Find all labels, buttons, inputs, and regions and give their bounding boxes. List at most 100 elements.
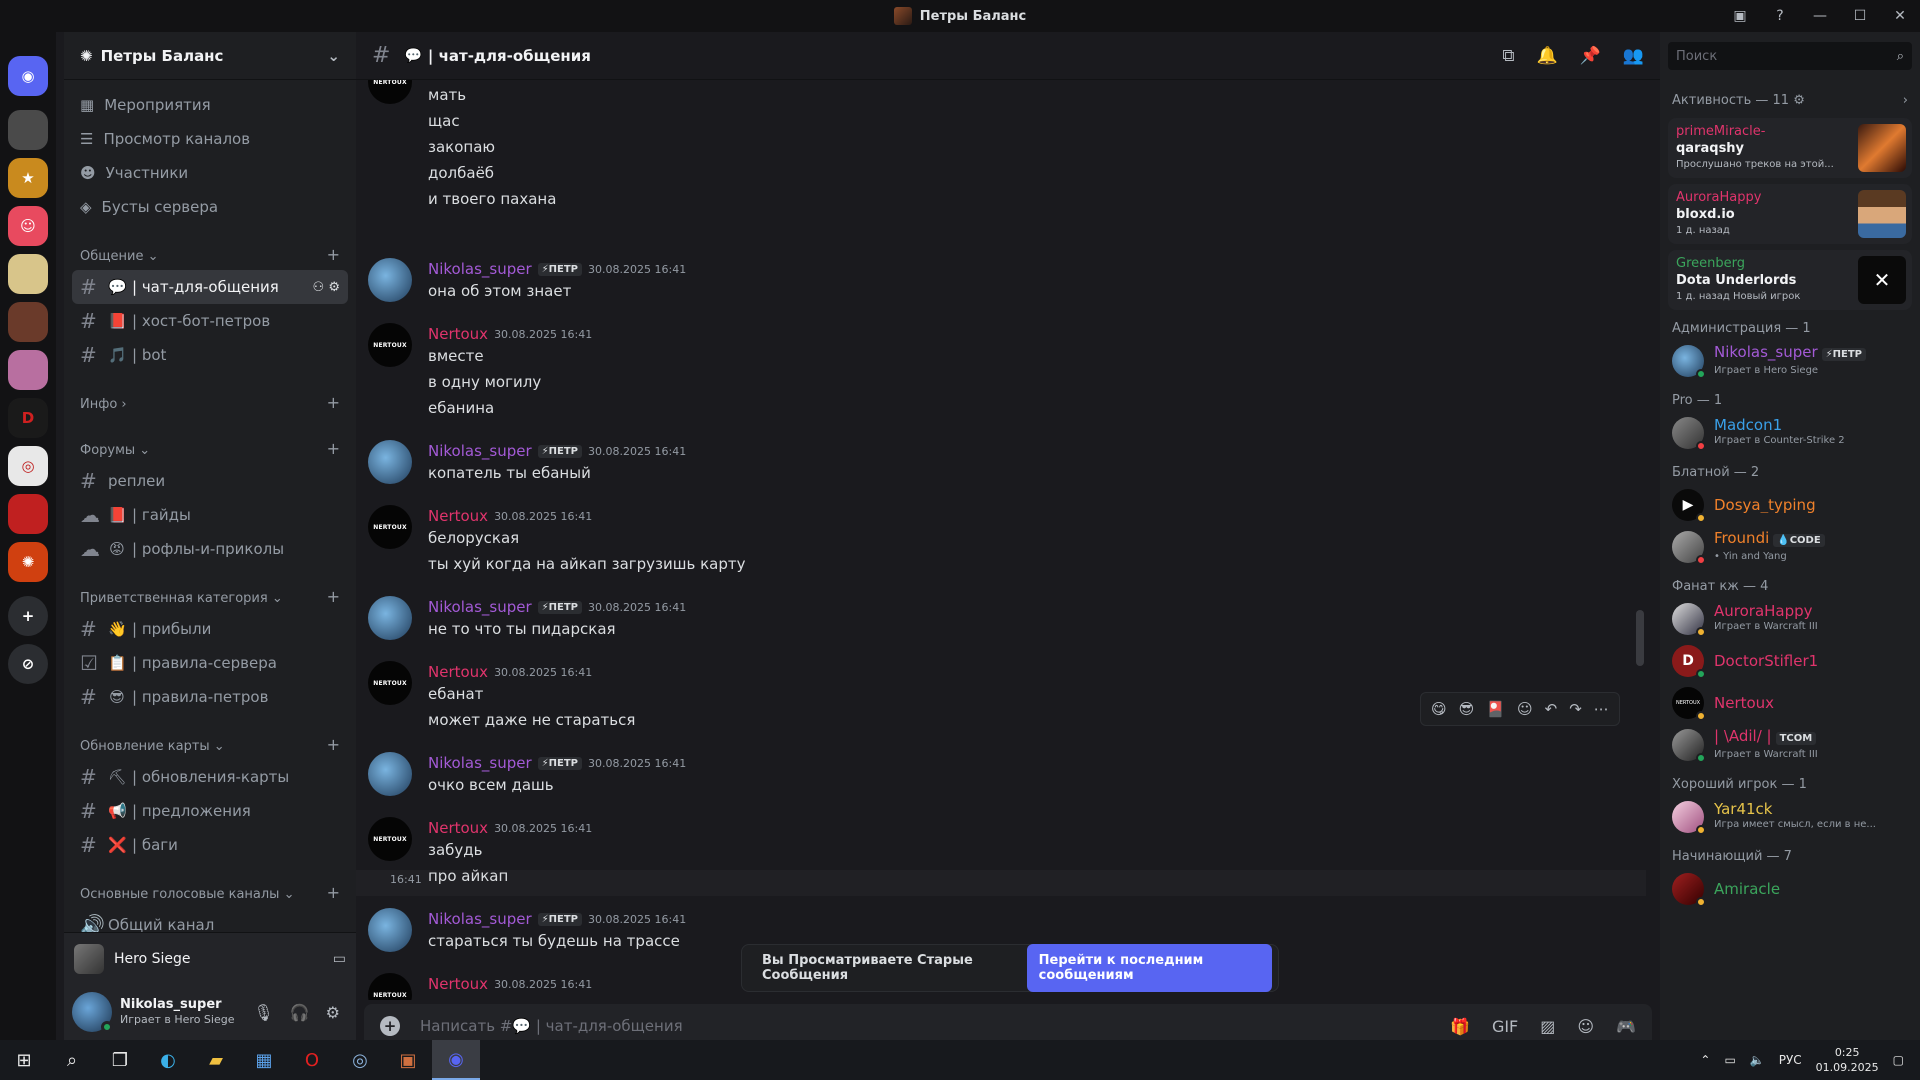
add-channel-icon[interactable]: +: [327, 245, 340, 264]
message-author[interactable]: Nikolas_super: [428, 598, 532, 616]
channel-guides[interactable]: ☁ 📕 | гайды: [72, 498, 348, 532]
server-icon[interactable]: D: [8, 398, 48, 438]
maximize-icon[interactable]: ☐: [1840, 0, 1880, 32]
settings-gear-icon[interactable]: ⚙: [326, 1003, 340, 1022]
channel-map-updates[interactable]: # ⛏ | обновления-карты: [72, 760, 348, 794]
avatar[interactable]: [72, 992, 113, 1033]
nav-members[interactable]: ☻ Участники: [72, 156, 348, 190]
channel-rules[interactable]: ☑ 📋 | правила-сервера: [72, 646, 348, 680]
activity-card[interactable]: primeMiracle- qaraqshy Прослушано треков…: [1668, 118, 1912, 178]
channel-replays[interactable]: # реплеи: [72, 464, 348, 498]
channel-host-bot[interactable]: # 📕 | хост-бот-петров: [72, 304, 348, 338]
close-icon[interactable]: ✕: [1880, 0, 1920, 32]
message-author[interactable]: Nikolas_super: [428, 754, 532, 772]
network-icon[interactable]: ▭: [1724, 1053, 1735, 1067]
gift-icon[interactable]: 🎁: [1450, 1017, 1470, 1036]
forward-icon[interactable]: ↷: [1569, 700, 1582, 718]
message-author[interactable]: Nertoux: [428, 975, 488, 993]
add-server-icon[interactable]: +: [8, 596, 48, 636]
jump-to-present-button[interactable]: Перейти к последним сообщениям: [1026, 944, 1272, 992]
avatar[interactable]: [368, 440, 412, 484]
edge-icon[interactable]: ◐: [144, 1040, 192, 1080]
gif-icon[interactable]: GIF: [1492, 1017, 1518, 1036]
notifications-icon[interactable]: ▢: [1893, 1053, 1904, 1067]
add-channel-icon[interactable]: +: [327, 883, 340, 902]
reaction-emoji-icon[interactable]: 😋: [1431, 700, 1447, 718]
message-author[interactable]: Nertoux: [428, 663, 488, 681]
server-icon[interactable]: [8, 494, 48, 534]
member-item[interactable]: Madcon1 Играет в Counter-Strike 2: [1660, 412, 1920, 454]
channel-chat[interactable]: # 💬 | чат-для-общения ⚇ ⚙: [72, 270, 348, 304]
attach-plus-icon[interactable]: +: [380, 1016, 400, 1036]
more-options-icon[interactable]: ⋯: [1594, 700, 1609, 718]
activities-icon[interactable]: 🎮: [1616, 1017, 1636, 1036]
category-header[interactable]: Инфо › +: [72, 382, 348, 418]
inbox-icon[interactable]: ▣: [1720, 0, 1760, 32]
member-item[interactable]: ▶ Dosya_typing: [1660, 484, 1920, 526]
avatar[interactable]: NERTOUX: [368, 661, 412, 705]
message-input[interactable]: Написать #💬 | чат-для-общения: [420, 1017, 683, 1035]
message-author[interactable]: Nertoux: [428, 507, 488, 525]
server-icon[interactable]: ☺: [8, 206, 48, 246]
avatar[interactable]: NERTOUX: [368, 323, 412, 367]
server-icon[interactable]: [8, 254, 48, 294]
invite-settings-icon[interactable]: ⚇ ⚙: [313, 280, 340, 295]
nav-events[interactable]: ▦ Мероприятия: [72, 88, 348, 122]
start-icon[interactable]: ⊞: [0, 1040, 48, 1080]
screen-share-icon[interactable]: ▭: [333, 951, 346, 967]
threads-icon[interactable]: ⧉: [1502, 46, 1514, 66]
member-item[interactable]: Nikolas_super ⚡ПЕТР Играет в Hero Siege: [1660, 340, 1920, 382]
add-reaction-icon[interactable]: ☺: [1517, 700, 1533, 718]
reaction-emoji-icon[interactable]: 😎: [1459, 700, 1475, 718]
direct-messages-icon[interactable]: ◉: [8, 56, 48, 96]
discover-icon[interactable]: ⊘: [8, 644, 48, 684]
message-author[interactable]: Nertoux: [428, 819, 488, 837]
avatar[interactable]: NERTOUX: [368, 505, 412, 549]
headphones-icon[interactable]: 🎧: [290, 1003, 310, 1022]
server-icon[interactable]: [8, 302, 48, 342]
reaction-emoji-icon[interactable]: 🎴: [1486, 700, 1505, 718]
volume-icon[interactable]: 🔈: [1750, 1053, 1765, 1067]
server-icon[interactable]: ★: [8, 158, 48, 198]
activity-card[interactable]: AuroraHappy bloxd.io 1 д. назад: [1668, 184, 1912, 244]
avatar[interactable]: [368, 258, 412, 302]
channel-bot[interactable]: # 🎵 | bot: [72, 338, 348, 372]
nav-browse-channels[interactable]: ☰ Просмотр каналов: [72, 122, 348, 156]
microphone-icon[interactable]: 🎙: [253, 1003, 273, 1022]
member-item[interactable]: Yar41ck Игра имеет смысл, если в не...: [1660, 796, 1920, 838]
server-icon[interactable]: ✺: [8, 542, 48, 582]
emoji-icon[interactable]: ☺: [1577, 1017, 1594, 1036]
member-item[interactable]: D DoctorStifler1: [1660, 640, 1920, 682]
task-view-icon[interactable]: ❐: [96, 1040, 144, 1080]
opera-icon[interactable]: O: [288, 1040, 336, 1080]
server-icon[interactable]: [8, 110, 48, 150]
game-icon[interactable]: ▣: [384, 1040, 432, 1080]
category-header[interactable]: Общение ⌄ +: [72, 234, 348, 270]
store-icon[interactable]: ▦: [240, 1040, 288, 1080]
channel-memes[interactable]: ☁ 😡 | рофлы-и-приколы: [72, 532, 348, 566]
activity-bar[interactable]: Hero Siege ▭: [64, 932, 356, 984]
category-header[interactable]: Основные голосовые каналы ⌄ +: [72, 872, 348, 908]
file-explorer-icon[interactable]: ▰: [192, 1040, 240, 1080]
avatar[interactable]: [368, 596, 412, 640]
member-item[interactable]: Froundi 💧CODE • Yin and Yang: [1660, 526, 1920, 568]
message-author[interactable]: Nikolas_super: [428, 442, 532, 460]
member-list-icon[interactable]: 👥: [1623, 46, 1644, 66]
nav-boosts[interactable]: ◈ Бусты сервера: [72, 190, 348, 224]
steam-icon[interactable]: ◎: [336, 1040, 384, 1080]
category-header[interactable]: Обновление карты ⌄ +: [72, 724, 348, 760]
avatar[interactable]: [368, 908, 412, 952]
reply-icon[interactable]: ↶: [1545, 700, 1558, 718]
avatar[interactable]: [368, 752, 412, 796]
server-icon[interactable]: ◎: [8, 446, 48, 486]
chevron-up-icon[interactable]: ⌃: [1700, 1053, 1710, 1067]
category-header[interactable]: Форумы ⌄ +: [72, 428, 348, 464]
add-channel-icon[interactable]: +: [327, 587, 340, 606]
member-item[interactable]: NERTOUX Nertoux: [1660, 682, 1920, 724]
add-channel-icon[interactable]: +: [327, 439, 340, 458]
message-author[interactable]: Nikolas_super: [428, 910, 532, 928]
bell-icon[interactable]: 🔔: [1536, 46, 1557, 66]
channel-petrov-rules[interactable]: # 😎 | правила-петров: [72, 680, 348, 714]
channel-bugs[interactable]: # ❌ | баги: [72, 828, 348, 862]
chevron-right-icon[interactable]: ›: [1903, 93, 1908, 108]
